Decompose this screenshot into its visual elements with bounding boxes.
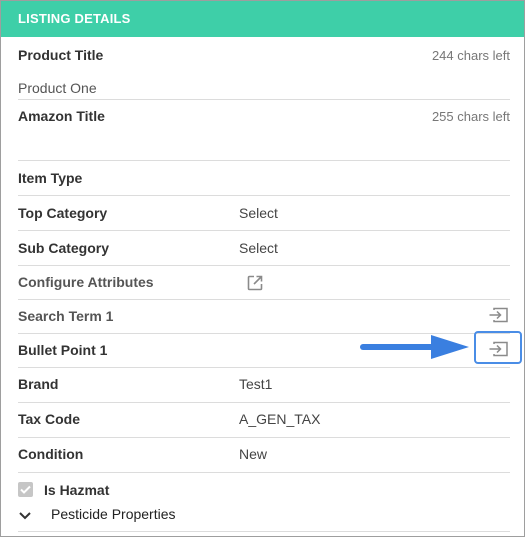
amazon-title-field: Amazon Title 255 chars left bbox=[18, 100, 510, 161]
condition-value[interactable]: New bbox=[239, 446, 267, 462]
pointer-arrow-icon bbox=[359, 331, 475, 368]
product-title-field: Product Title 244 chars left Product One bbox=[18, 37, 510, 100]
sub-category-select[interactable]: Select bbox=[239, 240, 278, 256]
top-category-select[interactable]: Select bbox=[239, 205, 278, 221]
configure-attributes-row: Configure Attributes bbox=[18, 266, 510, 300]
product-title-chars-left: 244 chars left bbox=[431, 48, 510, 63]
tax-code-row: Tax Code A_GEN_TAX bbox=[18, 403, 510, 438]
top-category-label: Top Category bbox=[18, 205, 108, 221]
hazmat-label: Is Hazmat bbox=[44, 482, 110, 498]
condition-row: Condition New bbox=[18, 438, 510, 473]
amazon-title-chars-left: 255 chars left bbox=[431, 109, 510, 124]
configure-attributes-label: Configure Attributes bbox=[18, 274, 154, 290]
pesticide-properties-row[interactable]: Pesticide Properties bbox=[18, 501, 510, 532]
sub-category-label: Sub Category bbox=[18, 240, 110, 256]
top-category-row: Top Category Select bbox=[18, 196, 510, 231]
product-title-input[interactable]: Product One bbox=[18, 80, 97, 96]
brand-value[interactable]: Test1 bbox=[239, 376, 272, 392]
search-term-row: Search Term 1 bbox=[18, 300, 510, 334]
pesticide-properties-label: Pesticide Properties bbox=[51, 506, 176, 522]
external-link-icon[interactable] bbox=[246, 274, 264, 297]
check-icon bbox=[20, 485, 31, 494]
bullet-point-label: Bullet Point 1 bbox=[18, 342, 108, 358]
panel-header: LISTING DETAILS bbox=[1, 1, 524, 37]
bullet-point-insert-highlight bbox=[474, 331, 522, 364]
search-term-label: Search Term 1 bbox=[18, 308, 114, 324]
hazmat-checkbox[interactable] bbox=[18, 482, 33, 497]
item-type-label: Item Type bbox=[18, 170, 83, 186]
tax-code-value[interactable]: A_GEN_TAX bbox=[239, 411, 320, 427]
item-type-row: Item Type bbox=[18, 161, 510, 196]
listing-details-panel: LISTING DETAILS Product Title 244 chars … bbox=[0, 0, 525, 537]
brand-label: Brand bbox=[18, 376, 59, 392]
tax-code-label: Tax Code bbox=[18, 411, 80, 427]
insert-icon[interactable] bbox=[488, 306, 510, 329]
condition-label: Condition bbox=[18, 446, 84, 462]
product-title-label: Product Title bbox=[18, 47, 104, 63]
chevron-down-icon[interactable] bbox=[18, 508, 32, 526]
amazon-title-label: Amazon Title bbox=[18, 108, 105, 124]
sub-category-row: Sub Category Select bbox=[18, 231, 510, 266]
brand-row: Brand Test1 bbox=[18, 368, 510, 403]
